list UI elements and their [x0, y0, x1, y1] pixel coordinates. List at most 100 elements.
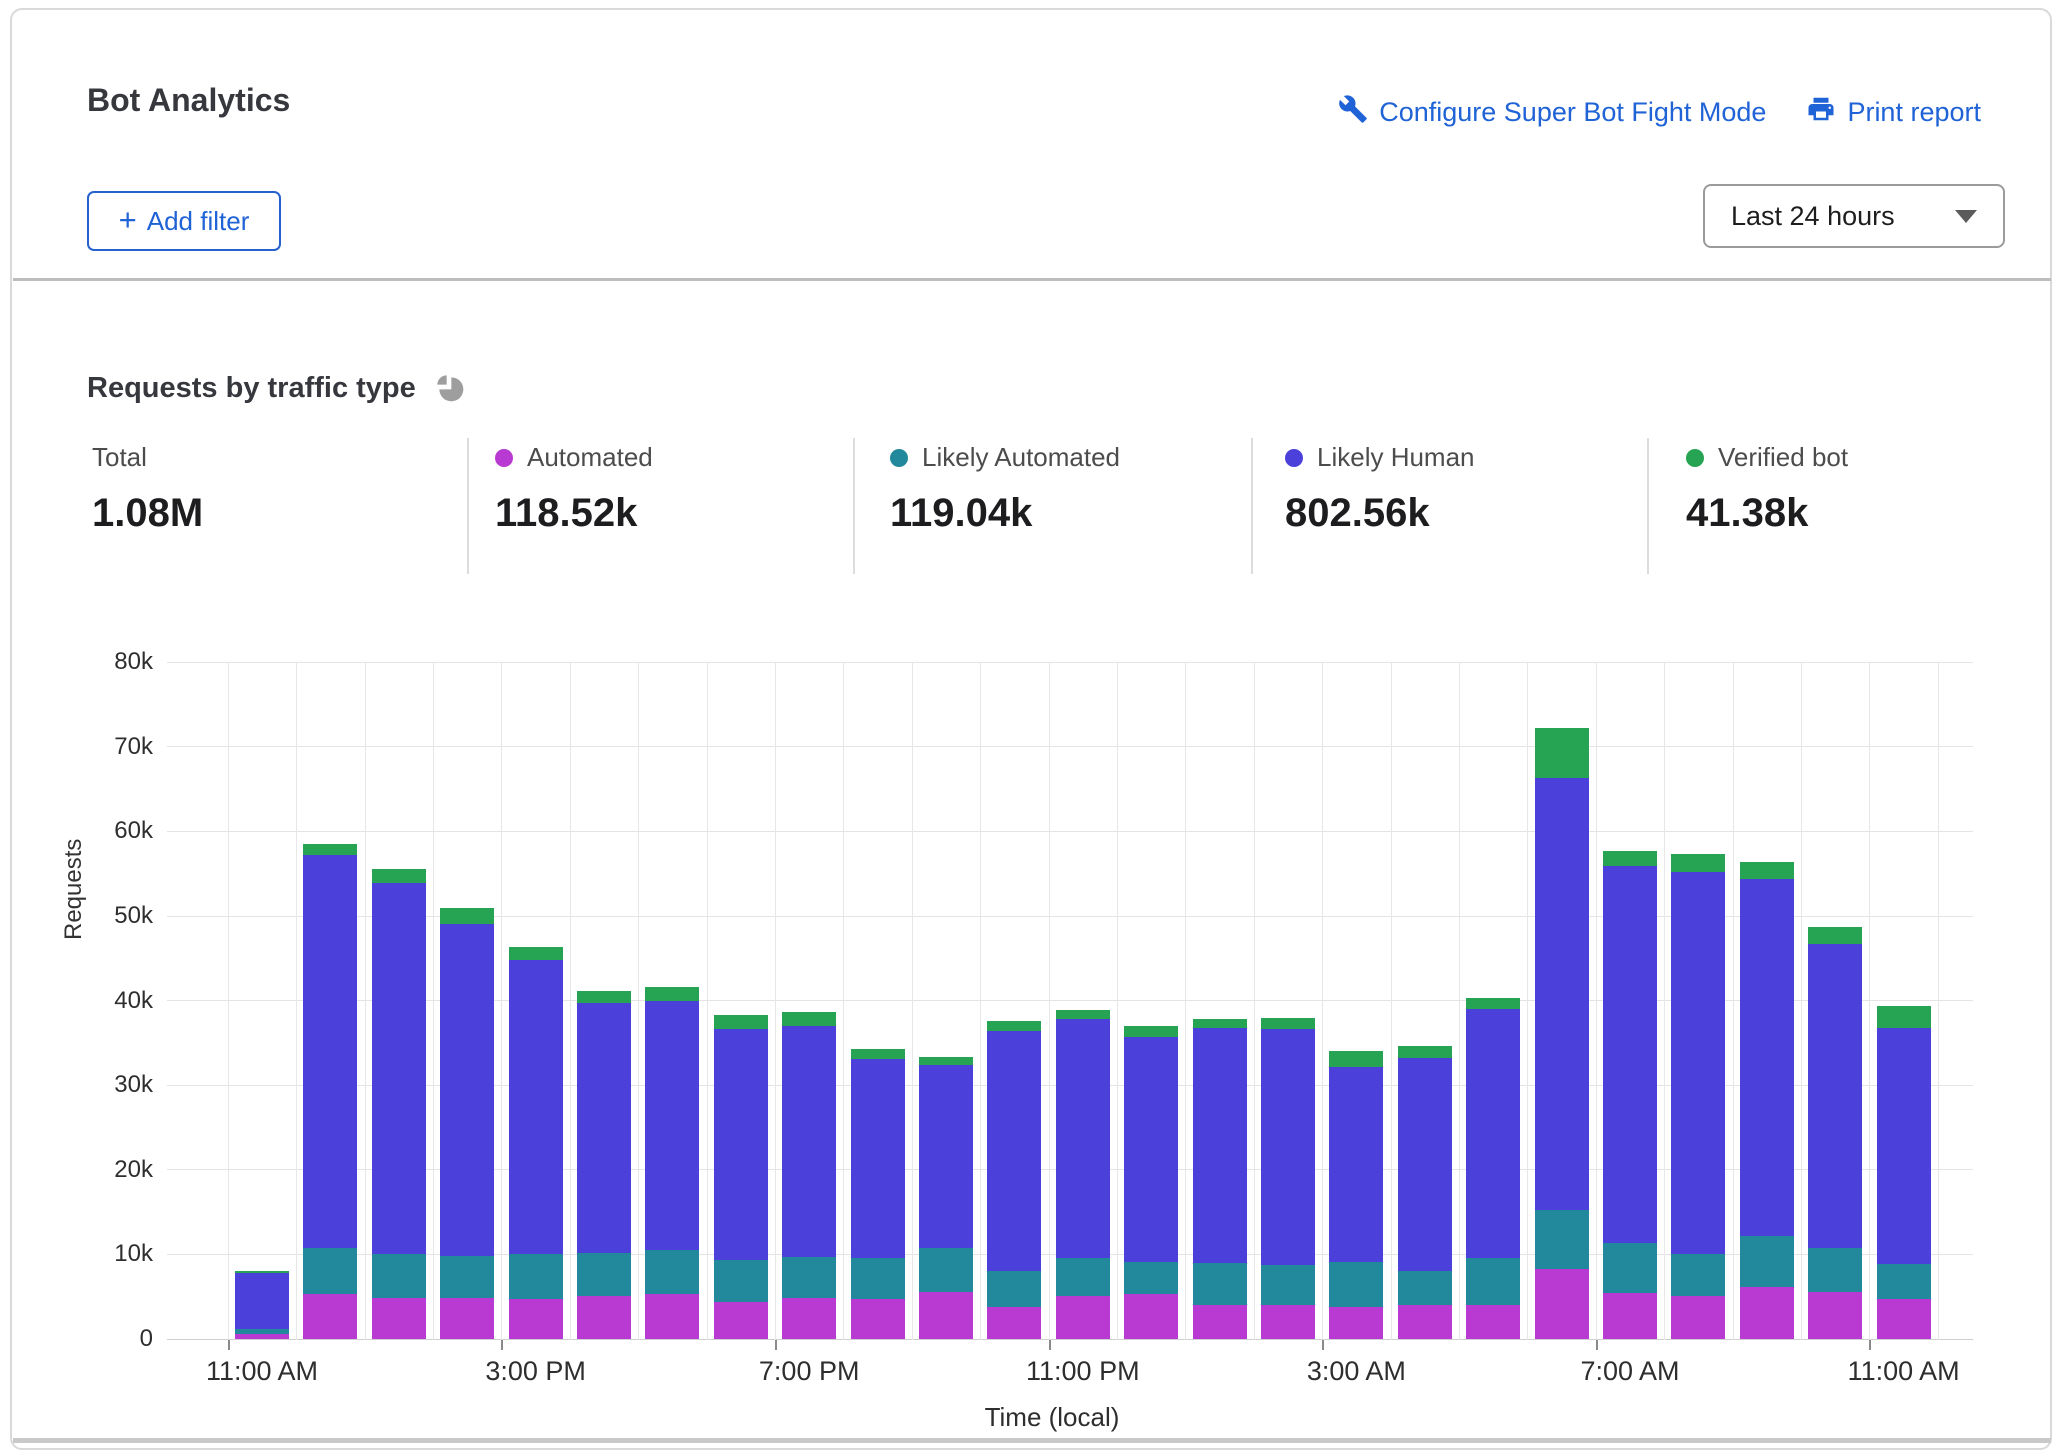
y-tick-label: 80k — [79, 648, 153, 676]
bar-stack-3-00-am[interactable] — [1329, 1051, 1383, 1339]
stat-value: 1.08M — [92, 491, 203, 536]
bar-stack-1-00-am[interactable] — [1193, 1019, 1247, 1339]
bar-stack-4-00-am[interactable] — [1398, 1046, 1452, 1339]
stat-automated: Automated 118.52k — [495, 442, 653, 536]
gridline-v — [1185, 662, 1186, 1340]
gridline-v — [1733, 662, 1734, 1340]
bar-stack-5-00-pm[interactable] — [645, 987, 699, 1339]
bar-segment-likely-human — [440, 924, 494, 1256]
requests-by-traffic-type-chart: 010k20k30k40k50k60k70k80k11:00 AM3:00 PM… — [167, 662, 1973, 1340]
bar-segment-likely-automated — [1671, 1254, 1725, 1296]
bar-segment-verified-bot — [1056, 1010, 1110, 1019]
stat-verified-bot: Verified bot 41.38k — [1686, 442, 1848, 536]
bar-stack-9-00-am[interactable] — [1740, 862, 1794, 1339]
bar-segment-likely-human — [1056, 1019, 1110, 1258]
bar-segment-automated — [235, 1334, 289, 1339]
bar-segment-automated — [509, 1299, 563, 1339]
bar-stack-4-00-pm[interactable] — [577, 991, 631, 1339]
gridline-v — [1459, 662, 1460, 1340]
bar-segment-likely-human — [851, 1059, 905, 1258]
stat-value: 41.38k — [1686, 491, 1848, 536]
bar-segment-verified-bot — [1740, 862, 1794, 879]
bar-stack-3-00-pm[interactable] — [509, 947, 563, 1339]
bar-segment-automated — [1056, 1296, 1110, 1339]
bar-segment-likely-human — [1671, 872, 1725, 1254]
stat-value: 802.56k — [1285, 491, 1475, 536]
configure-super-bot-fight-mode-link[interactable]: Configure Super Bot Fight Mode — [1338, 94, 1766, 131]
bar-stack-11-00-am[interactable] — [1877, 1006, 1931, 1339]
time-range-dropdown[interactable]: Last 24 hours — [1703, 184, 2005, 248]
likely-human-dot — [1285, 449, 1303, 467]
bar-segment-likely-automated — [440, 1256, 494, 1298]
plus-icon: + — [119, 202, 137, 238]
gridline-v — [1664, 662, 1665, 1340]
bar-stack-1-00-pm[interactable] — [372, 869, 426, 1339]
gridline-h — [167, 746, 1973, 747]
analytics-card: Bot Analytics Configure Super Bot Fight … — [10, 8, 2052, 1450]
bot-analytics-panel: Bot Analytics Configure Super Bot Fight … — [0, 0, 2062, 1450]
bar-segment-verified-bot — [1808, 927, 1862, 944]
y-tick-label: 70k — [79, 733, 153, 761]
stat-divider — [1647, 438, 1649, 574]
bar-segment-automated — [1466, 1305, 1520, 1339]
bar-segment-automated — [1603, 1293, 1657, 1339]
bar-stack-7-00-am[interactable] — [1603, 851, 1657, 1339]
gridline-v — [1049, 662, 1050, 1340]
likely-automated-dot — [890, 449, 908, 467]
bar-stack-6-00-pm[interactable] — [714, 1015, 768, 1339]
bar-segment-verified-bot — [372, 869, 426, 883]
bar-segment-likely-human — [919, 1065, 973, 1249]
gridline-v — [365, 662, 366, 1340]
stat-label: Automated — [527, 442, 653, 473]
bar-segment-automated — [1124, 1294, 1178, 1339]
bar-segment-verified-bot — [645, 987, 699, 1001]
bar-segment-verified-bot — [782, 1012, 836, 1026]
bar-stack-11-00-pm[interactable] — [1056, 1010, 1110, 1339]
print-link-label: Print report — [1847, 97, 1981, 128]
bar-stack-8-00-pm[interactable] — [851, 1049, 905, 1339]
bar-segment-automated — [440, 1298, 494, 1339]
bar-stack-10-00-am[interactable] — [1808, 927, 1862, 1339]
bar-segment-likely-automated — [1535, 1210, 1589, 1268]
bar-segment-verified-bot — [851, 1049, 905, 1059]
stat-divider — [1251, 438, 1253, 574]
bar-segment-likely-automated — [1056, 1258, 1110, 1296]
bar-segment-verified-bot — [714, 1015, 768, 1029]
bar-segment-likely-human — [1603, 866, 1657, 1242]
y-tick-label: 40k — [79, 987, 153, 1015]
automated-dot — [495, 449, 513, 467]
bar-stack-8-00-am[interactable] — [1671, 854, 1725, 1339]
bar-segment-likely-automated — [1808, 1248, 1862, 1292]
x-tick-label: 7:00 AM — [1580, 1356, 1679, 1387]
bar-stack-9-00-pm[interactable] — [919, 1057, 973, 1339]
bar-stack-2-00-am[interactable] — [1261, 1018, 1315, 1339]
gridline-v — [1596, 662, 1597, 1340]
bar-segment-automated — [1329, 1307, 1383, 1339]
stat-label: Verified bot — [1718, 442, 1848, 473]
print-report-link[interactable]: Print report — [1806, 94, 1981, 131]
bar-stack-12-00-am[interactable] — [1124, 1026, 1178, 1339]
bar-stack-2-00-pm[interactable] — [440, 908, 494, 1339]
add-filter-button[interactable]: + Add filter — [87, 191, 281, 251]
bar-segment-likely-human — [1535, 778, 1589, 1210]
bar-stack-7-00-pm[interactable] — [782, 1012, 836, 1339]
bar-segment-automated — [714, 1302, 768, 1339]
bar-stack-10-00-pm[interactable] — [987, 1021, 1041, 1339]
bar-segment-automated — [1671, 1296, 1725, 1339]
bar-stack-12-00-pm[interactable] — [303, 844, 357, 1339]
bar-stack-5-00-am[interactable] — [1466, 998, 1520, 1339]
bar-stack-6-00-am[interactable] — [1535, 728, 1589, 1339]
bar-segment-likely-human — [303, 855, 357, 1248]
bar-segment-likely-human — [645, 1001, 699, 1251]
bar-segment-verified-bot — [987, 1021, 1041, 1031]
gridline-v — [843, 662, 844, 1340]
gridline-h — [167, 831, 1973, 832]
bar-stack-11-00-am[interactable] — [235, 1271, 289, 1339]
page-title: Bot Analytics — [87, 82, 290, 119]
bar-segment-likely-automated — [1877, 1264, 1931, 1300]
bar-segment-likely-human — [577, 1003, 631, 1253]
y-tick-label: 10k — [79, 1240, 153, 1268]
x-tick-mark — [1596, 1340, 1598, 1350]
gridline-v — [570, 662, 571, 1340]
bar-segment-likely-automated — [782, 1257, 836, 1298]
